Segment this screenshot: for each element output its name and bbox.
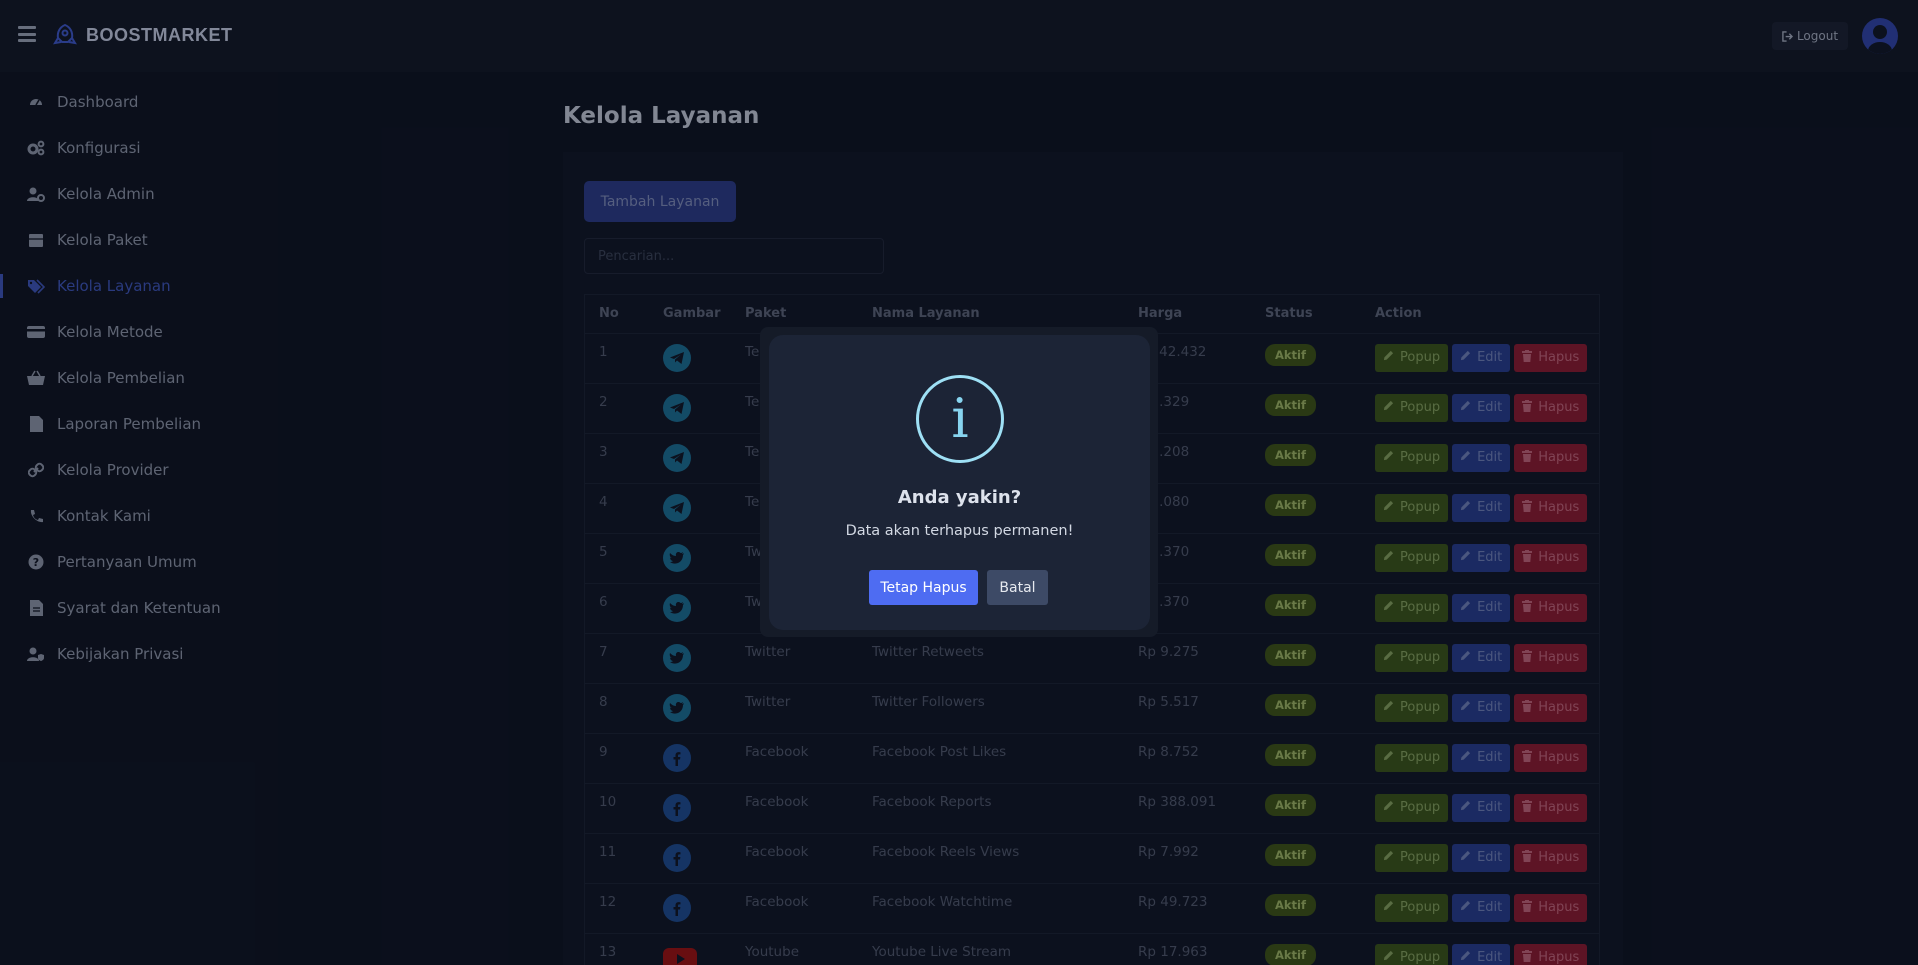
dialog-title: Anda yakin? (897, 487, 1022, 508)
confirm-delete-button[interactable]: Tetap Hapus (869, 570, 978, 605)
confirm-delete-dialog: i Anda yakin? Data akan terhapus permane… (769, 335, 1150, 630)
info-icon: i (916, 375, 1004, 463)
cancel-button[interactable]: Batal (987, 570, 1048, 605)
dialog-message: Data akan terhapus permanen! (845, 523, 1074, 539)
